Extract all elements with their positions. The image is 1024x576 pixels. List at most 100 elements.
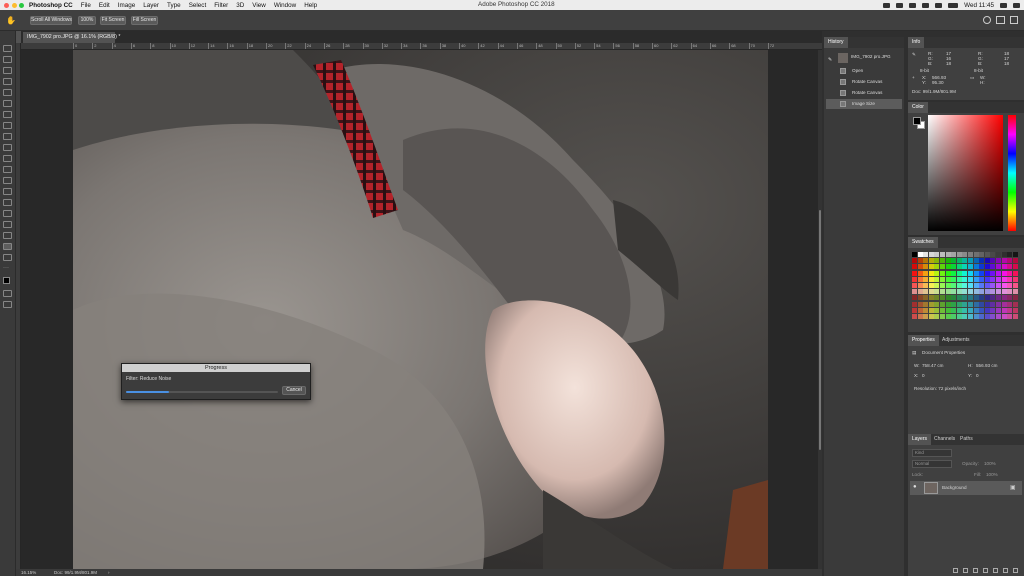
pen-tool-icon[interactable]: [3, 199, 12, 206]
swatch[interactable]: [912, 289, 917, 295]
swatch[interactable]: [1007, 258, 1013, 264]
dodge-tool-icon[interactable]: [3, 188, 12, 195]
swatch[interactable]: [968, 252, 973, 257]
quick-mask-icon[interactable]: [3, 290, 12, 297]
swatch[interactable]: [1007, 307, 1013, 313]
swatch[interactable]: [912, 276, 917, 282]
swatch[interactable]: [984, 314, 990, 319]
swatch[interactable]: [984, 295, 990, 301]
menu-file[interactable]: File: [81, 2, 91, 9]
blend-mode-select[interactable]: Normal: [912, 460, 952, 468]
swatch[interactable]: [1001, 307, 1007, 313]
history-snapshot[interactable]: ✎ IMG_7902 pro.JPG: [826, 51, 902, 65]
eye-icon[interactable]: ●: [913, 484, 917, 490]
swatch[interactable]: [940, 270, 945, 276]
swatch[interactable]: [928, 289, 934, 295]
menu-view[interactable]: View: [252, 2, 266, 9]
swatch[interactable]: [979, 307, 985, 313]
clock[interactable]: Wed 11:45: [964, 2, 994, 9]
swatch[interactable]: [934, 301, 940, 307]
swatch[interactable]: [968, 307, 973, 313]
swatch[interactable]: [1001, 289, 1007, 295]
swatch[interactable]: [940, 295, 945, 301]
swatch[interactable]: [912, 314, 917, 319]
history-item-open[interactable]: Open: [826, 66, 902, 76]
swatch[interactable]: [917, 295, 923, 301]
dropbox-icon[interactable]: [896, 2, 904, 8]
zoom-level[interactable]: 16.15%: [21, 569, 36, 576]
share-icon[interactable]: [1010, 16, 1018, 24]
swatch[interactable]: [973, 314, 979, 319]
swatch[interactable]: [968, 295, 973, 301]
swatch[interactable]: [951, 252, 957, 257]
swatch[interactable]: [956, 264, 962, 270]
swatch[interactable]: [968, 264, 973, 270]
opacity-field[interactable]: 100%: [984, 461, 996, 466]
fit-screen-button[interactable]: Fit Screen: [100, 16, 126, 25]
swatch[interactable]: [973, 283, 979, 288]
new-layer-icon[interactable]: [1003, 568, 1008, 573]
zoom-button[interactable]: [19, 2, 24, 8]
swatch[interactable]: [917, 283, 923, 288]
lasso-tool-icon[interactable]: [3, 67, 12, 74]
foreground-color-swatch[interactable]: [3, 277, 10, 284]
gradient-tool-icon[interactable]: [3, 166, 12, 173]
swatch[interactable]: [973, 252, 979, 257]
layer-style-icon[interactable]: [963, 568, 968, 573]
swatch[interactable]: [923, 270, 929, 276]
swatch[interactable]: [1007, 295, 1013, 301]
swatch[interactable]: [996, 252, 1001, 257]
swatch[interactable]: [1012, 301, 1018, 307]
swatch[interactable]: [956, 270, 962, 276]
swatch[interactable]: [945, 301, 951, 307]
swatch[interactable]: [962, 314, 968, 319]
swatch[interactable]: [984, 307, 990, 313]
swatch[interactable]: [973, 301, 979, 307]
wifi-icon[interactable]: [922, 2, 930, 8]
brush-tool-icon[interactable]: [3, 122, 12, 129]
swatch[interactable]: [1012, 307, 1018, 313]
swatch[interactable]: [973, 270, 979, 276]
swatch[interactable]: [956, 258, 962, 264]
swatch[interactable]: [940, 252, 945, 257]
swatch[interactable]: [984, 301, 990, 307]
swatch[interactable]: [990, 270, 996, 276]
swatch[interactable]: [945, 295, 951, 301]
creative-cloud-icon[interactable]: [883, 2, 891, 8]
menu-app[interactable]: Photoshop CC: [29, 2, 73, 9]
swatch[interactable]: [956, 252, 962, 257]
swatch[interactable]: [928, 264, 934, 270]
group-icon[interactable]: [993, 568, 998, 573]
swatch[interactable]: [923, 289, 929, 295]
swatch[interactable]: [1012, 314, 1018, 319]
workspace-icon[interactable]: [996, 16, 1005, 24]
swatch[interactable]: [1012, 295, 1018, 301]
menu-select[interactable]: Select: [189, 2, 207, 9]
swatch[interactable]: [1012, 264, 1018, 270]
battery-icon[interactable]: [948, 2, 959, 8]
swatch[interactable]: [923, 295, 929, 301]
swatch[interactable]: [1001, 295, 1007, 301]
swatch[interactable]: [928, 301, 934, 307]
swatch[interactable]: [951, 283, 957, 288]
swatch[interactable]: [940, 283, 945, 288]
swatch[interactable]: [912, 295, 917, 301]
layer-row-background[interactable]: ● Background ▣: [910, 481, 1022, 495]
healing-brush-tool-icon[interactable]: [3, 111, 12, 118]
screen-mode-icon[interactable]: [3, 301, 12, 308]
swatch[interactable]: [917, 301, 923, 307]
swatch[interactable]: [934, 307, 940, 313]
swatch[interactable]: [951, 289, 957, 295]
zoom-tool-icon[interactable]: [3, 254, 12, 261]
swatch[interactable]: [968, 270, 973, 276]
menu-filter[interactable]: Filter: [214, 2, 228, 9]
link-layers-icon[interactable]: [953, 568, 958, 573]
prop-y-val[interactable]: 0: [976, 373, 979, 378]
menu-image[interactable]: Image: [118, 2, 136, 9]
swatch[interactable]: [1001, 314, 1007, 319]
tab-channels[interactable]: Channels: [930, 434, 959, 445]
swatch[interactable]: [940, 314, 945, 319]
tab-color[interactable]: Color: [908, 102, 928, 113]
menu-layer[interactable]: Layer: [143, 2, 159, 9]
swatch[interactable]: [934, 283, 940, 288]
